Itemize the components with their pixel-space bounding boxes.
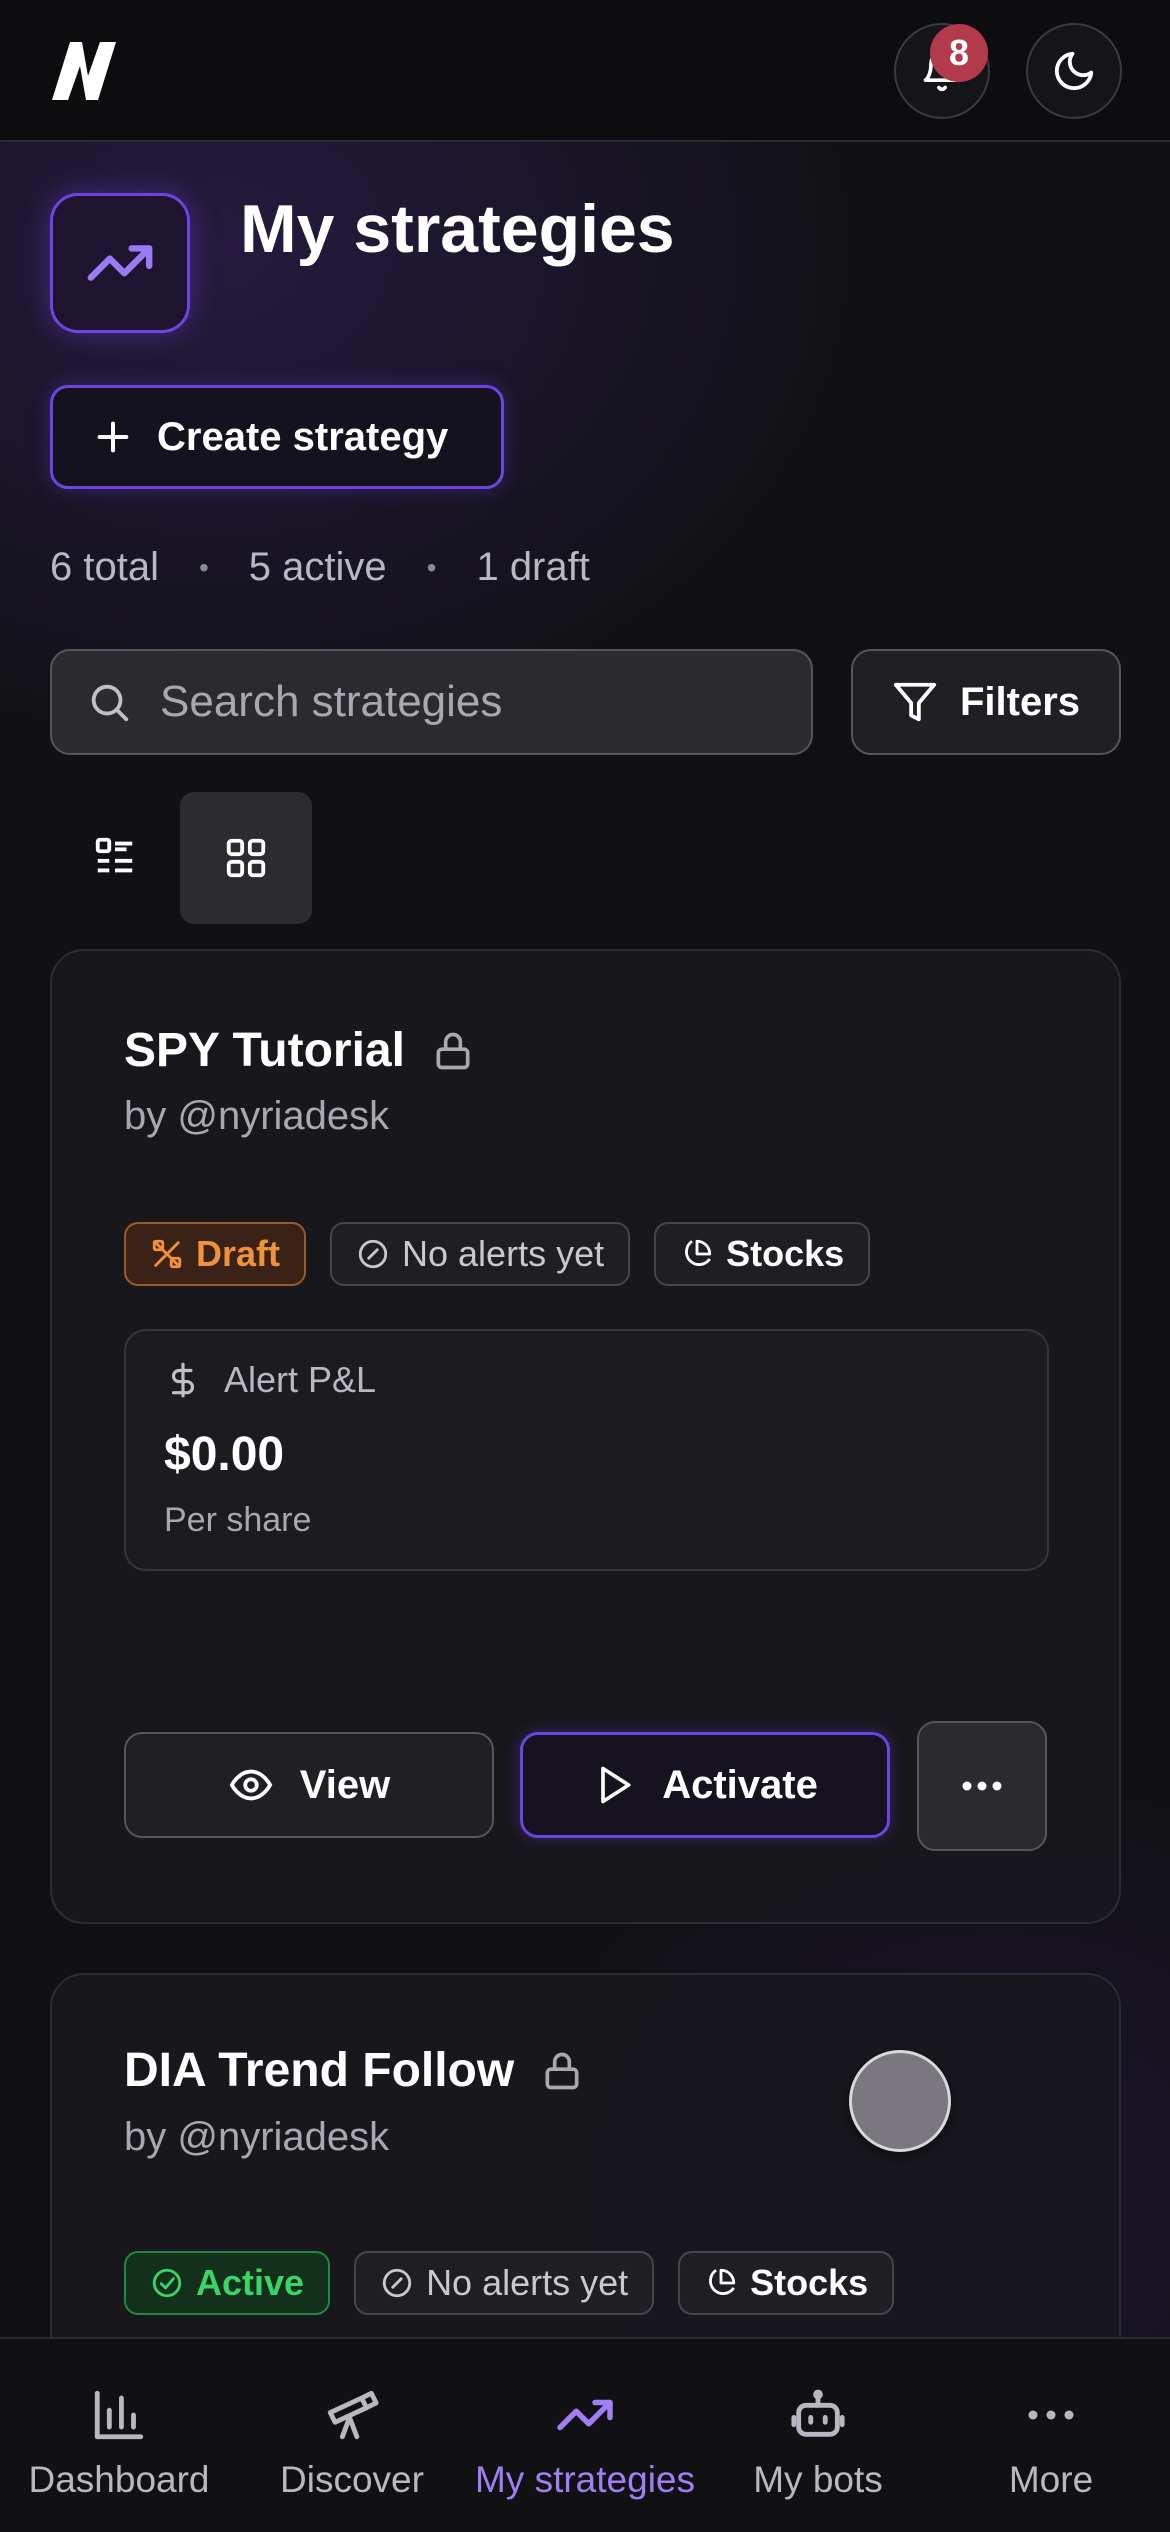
create-strategy-label: Create strategy bbox=[157, 414, 449, 459]
no-alerts-icon bbox=[358, 1239, 388, 1269]
trending-up-icon bbox=[87, 245, 153, 281]
pie-chart-icon bbox=[709, 2268, 736, 2295]
pnl-unit: Per share bbox=[164, 1501, 312, 1539]
lock-icon bbox=[436, 1032, 470, 1069]
pnl-label-row: Alert P&L bbox=[164, 1359, 376, 1401]
search-icon bbox=[91, 684, 129, 722]
page-title: My strategies bbox=[240, 191, 675, 267]
create-strategy-button[interactable]: Create strategy bbox=[50, 385, 504, 489]
telescope-icon bbox=[327, 2390, 379, 2440]
status-label: Active bbox=[196, 2262, 305, 2303]
nav-item-discover[interactable]: Discover bbox=[237, 2339, 467, 2532]
strategy-card: SPY Tutorial by @nyriadesk Draft No aler… bbox=[50, 949, 1121, 1924]
market-badge: Stocks bbox=[654, 1222, 871, 1286]
nav-label: Discover bbox=[280, 2459, 424, 2500]
nav-item-my-bots[interactable]: My bots bbox=[703, 2339, 933, 2532]
summary-separator: • bbox=[426, 551, 437, 583]
filters-label: Filters bbox=[959, 679, 1081, 724]
activate-button[interactable]: Activate bbox=[520, 1732, 890, 1838]
theme-toggle-button[interactable] bbox=[1026, 23, 1122, 119]
nav-label: My strategies bbox=[474, 2459, 695, 2500]
grid-view-icon bbox=[226, 838, 266, 878]
status-badge: Active bbox=[124, 2251, 331, 2315]
strategies-title-icon bbox=[50, 193, 190, 333]
filters-button[interactable]: Filters bbox=[851, 649, 1121, 755]
summary-draft: 1 draft bbox=[476, 545, 590, 589]
nav-label: More bbox=[1008, 2459, 1094, 2500]
alerts-label: No alerts yet bbox=[426, 2262, 629, 2303]
check-circle-icon bbox=[152, 2268, 182, 2298]
nav-item-my-strategies[interactable]: My strategies bbox=[470, 2339, 700, 2532]
strategy-summary: 6 total • 5 active • 1 draft bbox=[50, 545, 590, 590]
strategy-tags: Active No alerts yet Stocks bbox=[124, 2251, 895, 2315]
activate-label: Activate bbox=[662, 1762, 818, 1807]
list-view-icon bbox=[95, 837, 133, 873]
status-badge: Draft bbox=[124, 1222, 307, 1286]
alerts-label: No alerts yet bbox=[402, 1233, 605, 1274]
nav-item-dashboard[interactable]: Dashboard bbox=[4, 2339, 234, 2532]
no-alerts-icon bbox=[382, 2268, 412, 2298]
notification-count-badge: 8 bbox=[930, 24, 988, 82]
trending-up-icon bbox=[557, 2399, 613, 2431]
ellipsis-icon bbox=[962, 1781, 1002, 1791]
pnl-value: $0.00 bbox=[164, 1428, 285, 1481]
bot-icon bbox=[791, 2389, 845, 2437]
more-options-button[interactable] bbox=[917, 1721, 1047, 1851]
strategy-author: by @nyriadesk bbox=[124, 1094, 390, 1138]
alert-pnl-box: Alert P&L $0.00 Per share bbox=[124, 1329, 1049, 1571]
eye-icon bbox=[229, 1769, 273, 1801]
alerts-badge: No alerts yet bbox=[354, 2251, 655, 2315]
status-label: Draft bbox=[196, 1233, 281, 1274]
draft-tools-icon bbox=[152, 1239, 182, 1269]
app-logo-icon[interactable] bbox=[48, 36, 120, 106]
strategy-title-row: DIA Trend Follow bbox=[124, 2043, 584, 2098]
view-label: View bbox=[299, 1762, 391, 1807]
market-badge: Stocks bbox=[678, 2251, 895, 2315]
strategy-title[interactable]: DIA Trend Follow bbox=[124, 2043, 514, 2098]
summary-active: 5 active bbox=[248, 545, 387, 589]
strategy-tags: Draft No alerts yet Stocks bbox=[124, 1222, 871, 1286]
summary-separator: • bbox=[198, 551, 209, 583]
plus-icon bbox=[97, 421, 129, 453]
dollar-icon bbox=[171, 1362, 194, 1398]
pie-chart-icon bbox=[685, 1239, 712, 1266]
nav-label: Dashboard bbox=[28, 2459, 210, 2500]
search-box bbox=[50, 649, 813, 755]
alerts-badge: No alerts yet bbox=[330, 1222, 631, 1286]
summary-total: 6 total bbox=[50, 545, 159, 589]
bottom-navigation: Dashboard Discover My strategies My bots bbox=[0, 2337, 1170, 2532]
play-icon bbox=[601, 1766, 631, 1804]
moon-icon bbox=[1054, 51, 1094, 91]
market-label: Stocks bbox=[750, 2262, 869, 2303]
bar-chart-icon bbox=[94, 2390, 144, 2440]
grid-view-toggle[interactable] bbox=[180, 792, 312, 924]
strategy-title[interactable]: SPY Tutorial bbox=[124, 1023, 405, 1078]
pnl-label: Alert P&L bbox=[224, 1359, 377, 1400]
nav-item-more[interactable]: More bbox=[936, 2339, 1166, 2532]
view-button[interactable]: View bbox=[124, 1732, 494, 1838]
strategy-title-row: SPY Tutorial bbox=[124, 1023, 475, 1078]
search-input[interactable] bbox=[160, 677, 780, 727]
market-label: Stocks bbox=[726, 1233, 845, 1274]
more-horizontal-icon bbox=[1028, 2410, 1074, 2420]
floating-assistive-button[interactable] bbox=[849, 2050, 951, 2152]
filter-icon bbox=[893, 682, 937, 722]
list-view-toggle[interactable] bbox=[50, 792, 180, 922]
top-header: 8 bbox=[0, 0, 1170, 142]
lock-icon bbox=[545, 2052, 579, 2089]
strategy-author: by @nyriadesk bbox=[124, 2115, 390, 2159]
nav-label: My bots bbox=[753, 2459, 883, 2500]
